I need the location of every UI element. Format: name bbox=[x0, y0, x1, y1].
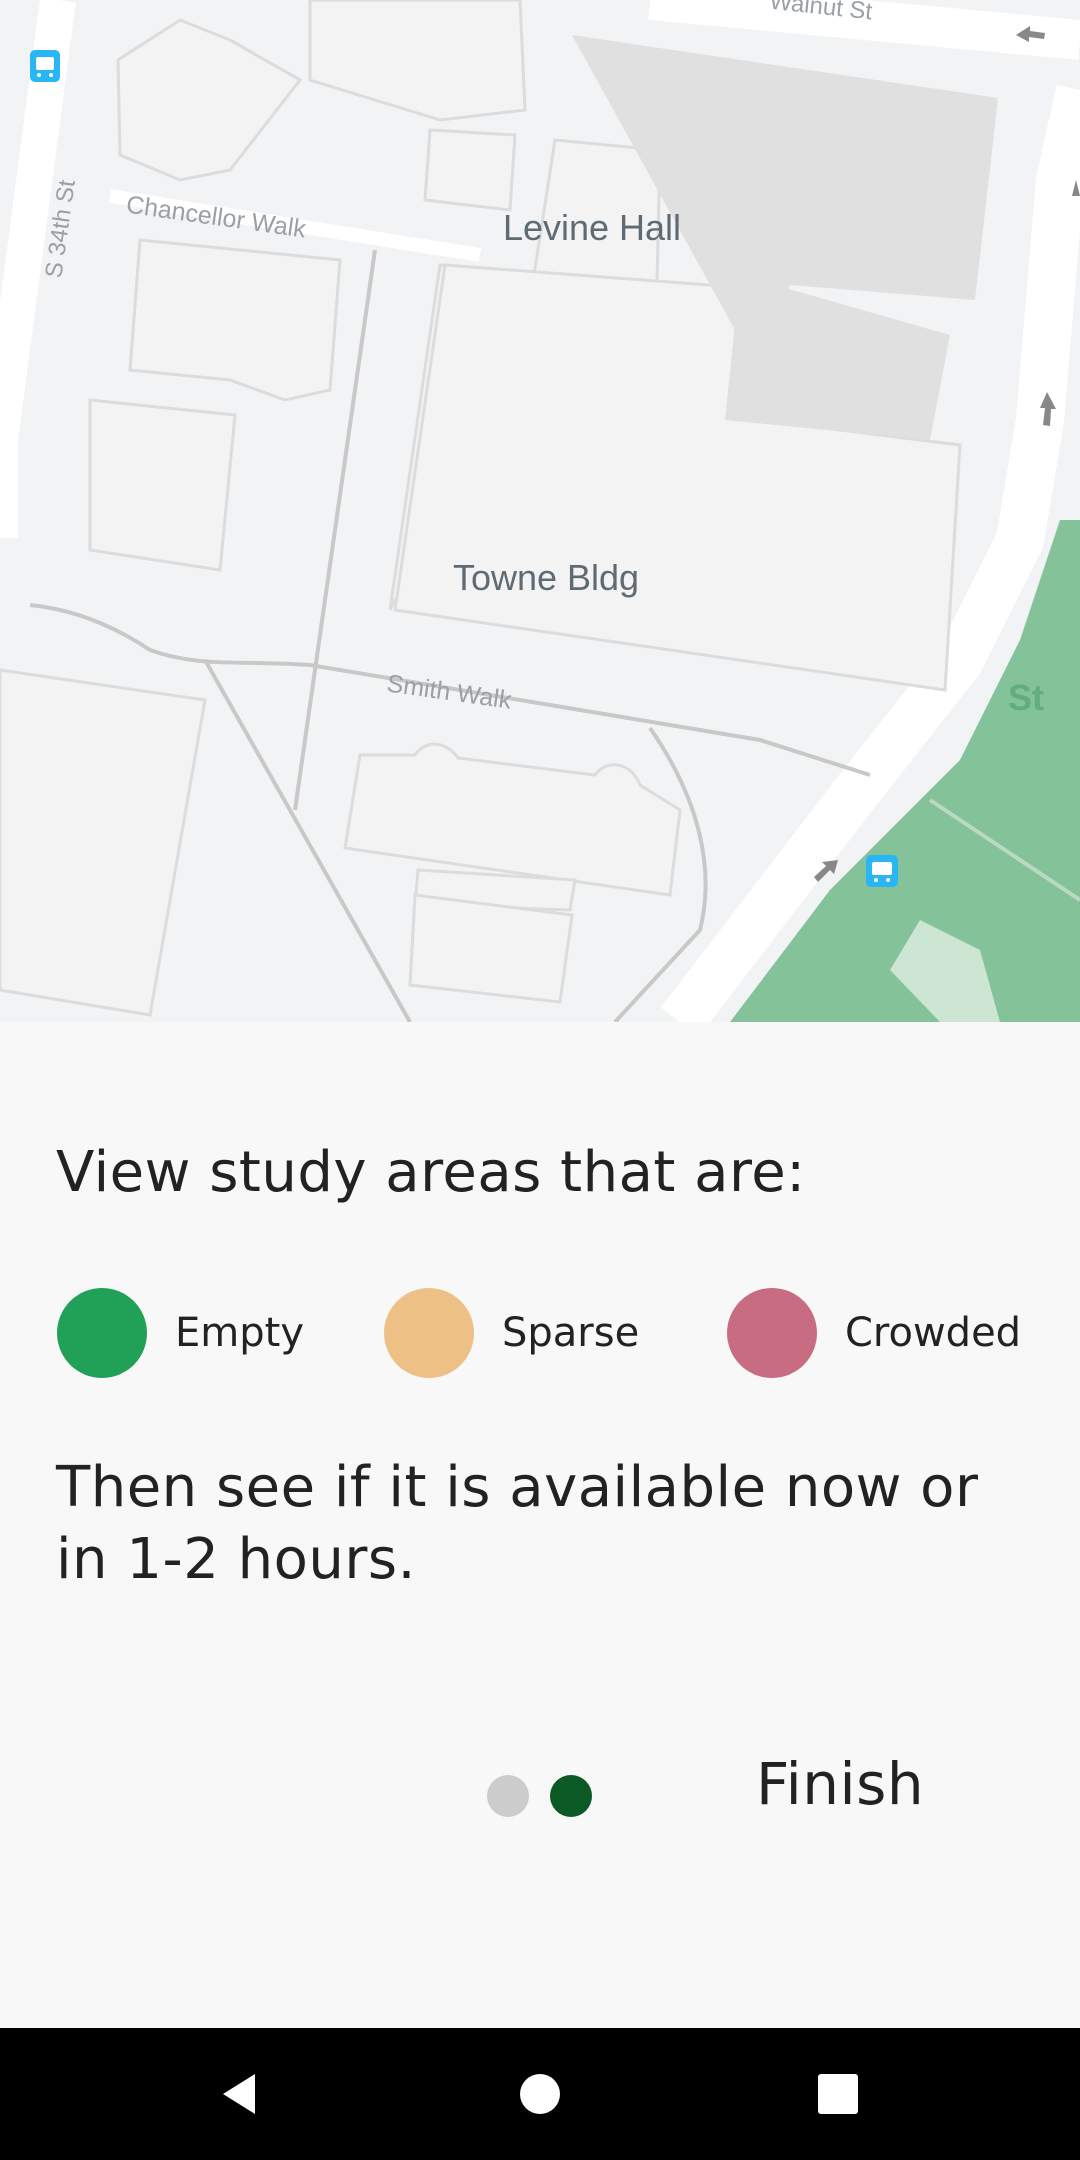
bus-stop-icon[interactable] bbox=[30, 50, 60, 82]
legend-label-empty: Empty bbox=[175, 1310, 304, 1356]
description-text: Then see if it is available now or in 1-… bbox=[56, 1455, 979, 1592]
heading: View study areas that are: bbox=[56, 1140, 806, 1205]
map-canvas[interactable]: Levine Hall Towne Bldg Chancellor Walk S… bbox=[0, 0, 1080, 1022]
page-dot-1[interactable] bbox=[487, 1775, 529, 1817]
label-levine-hall: Levine Hall bbox=[503, 207, 681, 248]
legend-item-sparse: Sparse bbox=[384, 1288, 639, 1378]
map-view[interactable]: Levine Hall Towne Bldg Chancellor Walk S… bbox=[0, 0, 1080, 1022]
home-icon[interactable] bbox=[480, 2028, 600, 2160]
legend-label-sparse: Sparse bbox=[502, 1310, 640, 1356]
onboarding-panel: View study areas that are: Empty Sparse … bbox=[0, 1022, 1080, 2028]
empty-color-dot bbox=[57, 1288, 147, 1378]
system-navigation-bar bbox=[0, 2028, 1080, 2160]
label-towne-bldg: Towne Bldg bbox=[453, 557, 639, 598]
finish-button[interactable]: Finish bbox=[756, 1750, 924, 1818]
legend-label-crowded: Crowded bbox=[845, 1310, 1022, 1356]
bus-stop-icon[interactable] bbox=[866, 855, 898, 887]
label-park: St bbox=[1008, 677, 1044, 718]
crowded-color-dot bbox=[727, 1288, 817, 1378]
back-icon[interactable] bbox=[180, 2028, 300, 2160]
legend-item-crowded: Crowded bbox=[727, 1288, 1021, 1378]
page-dot-2[interactable] bbox=[550, 1775, 592, 1817]
legend-item-empty: Empty bbox=[57, 1288, 304, 1378]
recents-icon[interactable] bbox=[778, 2028, 898, 2160]
sparse-color-dot bbox=[384, 1288, 474, 1378]
